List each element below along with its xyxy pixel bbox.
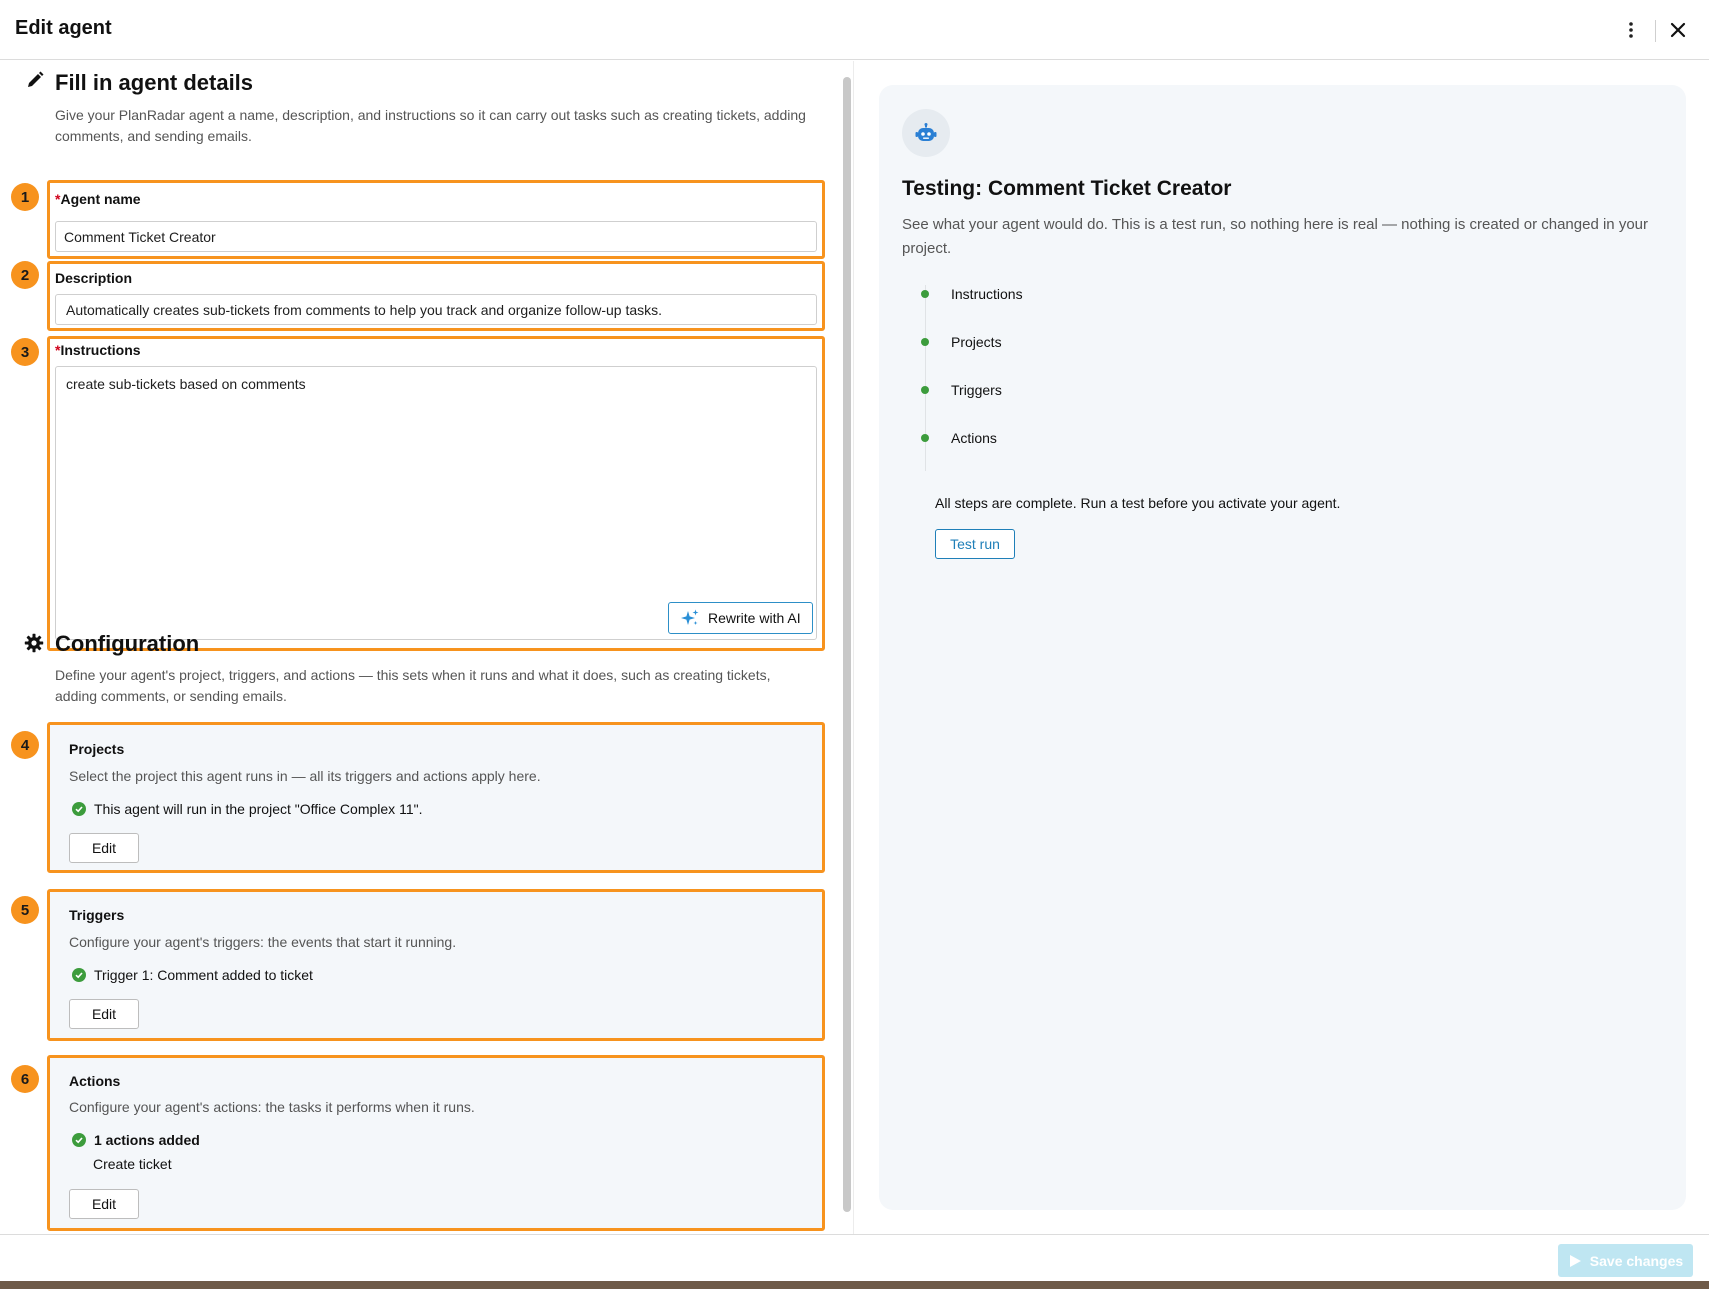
rewrite-with-ai-button[interactable]: Rewrite with AI — [668, 602, 813, 634]
step-triggers: Triggers — [921, 382, 1002, 398]
projects-edit-button[interactable]: Edit — [69, 833, 139, 863]
step-label: Projects — [951, 334, 1002, 350]
description-input[interactable] — [55, 294, 817, 325]
edit-agent-dialog: Edit agent Fill in agent details Give yo… — [0, 0, 1709, 1281]
save-changes-button[interactable]: Save changes — [1558, 1244, 1693, 1277]
robot-icon — [915, 123, 937, 141]
projects-status-text: This agent will run in the project "Offi… — [94, 801, 423, 817]
step-status-dot — [921, 386, 929, 394]
step-label: Triggers — [951, 382, 1002, 398]
dialog-header: Edit agent — [0, 0, 1709, 60]
step-badge-4: 4 — [11, 731, 39, 759]
play-icon — [1569, 1254, 1581, 1267]
instructions-label: *Instructions — [55, 342, 141, 358]
actions-edit-button[interactable]: Edit — [69, 1189, 139, 1219]
configuration-description: Define your agent's project, triggers, a… — [55, 667, 771, 704]
rewrite-with-ai-label: Rewrite with AI — [708, 610, 801, 626]
dialog-title: Edit agent — [15, 17, 112, 39]
step-projects: Projects — [921, 334, 1002, 350]
sparkles-icon — [681, 609, 699, 625]
step-badge-3: 3 — [11, 338, 39, 366]
robot-avatar — [902, 109, 950, 157]
more-options-button[interactable] — [1615, 14, 1647, 46]
save-changes-label: Save changes — [1589, 1252, 1684, 1269]
triggers-status: Trigger 1: Comment added to ticket — [72, 967, 313, 983]
step-instructions: Instructions — [921, 286, 1023, 302]
actions-title: Actions — [69, 1073, 121, 1089]
agent-name-label: *Agent name — [55, 191, 141, 207]
gear-icon — [24, 633, 44, 653]
more-vertical-icon — [1629, 22, 1633, 38]
dialog-footer: Save changes — [0, 1234, 1709, 1281]
configuration-title: Configuration — [55, 631, 200, 656]
triggers-title: Triggers — [69, 907, 125, 923]
check-circle-icon — [72, 1133, 86, 1147]
step-status-dot — [921, 338, 929, 346]
step-badge-6: 6 — [11, 1065, 39, 1093]
header-separator — [1655, 20, 1656, 42]
close-button[interactable] — [1662, 14, 1694, 46]
check-circle-icon — [72, 802, 86, 816]
actions-status: 1 actions added — [72, 1132, 200, 1148]
step-actions: Actions — [921, 430, 997, 446]
actions-detail: Create ticket — [93, 1156, 172, 1172]
testing-title: Testing: Comment Ticket Creator — [902, 177, 1232, 200]
panel-divider — [853, 61, 854, 1234]
step-label: Instructions — [951, 286, 1023, 302]
test-run-button[interactable]: Test run — [935, 529, 1015, 559]
step-status-dot — [921, 434, 929, 442]
step-badge-2: 2 — [11, 261, 39, 289]
agent-name-input[interactable] — [55, 221, 817, 252]
details-description: Give your PlanRadar agent a name, descri… — [55, 107, 806, 144]
check-circle-icon — [72, 968, 86, 982]
actions-status-text: 1 actions added — [94, 1132, 200, 1148]
instructions-textarea[interactable]: create sub-tickets based on comments — [55, 366, 817, 640]
projects-description: Select the project this agent runs in — … — [69, 768, 541, 784]
form-scrollbar[interactable] — [843, 77, 851, 1212]
projects-status: This agent will run in the project "Offi… — [72, 801, 422, 817]
close-icon — [1670, 22, 1686, 38]
actions-description: Configure your agent's actions: the task… — [69, 1099, 475, 1115]
steps-complete-message: All steps are complete. Run a test befor… — [935, 495, 1341, 511]
step-status-dot — [921, 290, 929, 298]
description-label: Description — [55, 270, 133, 286]
triggers-highlight — [47, 889, 825, 1041]
step-badge-5: 5 — [11, 896, 39, 924]
step-badge-1: 1 — [11, 183, 39, 211]
triggers-description: Configure your agent's triggers: the eve… — [69, 934, 457, 950]
projects-title: Projects — [69, 741, 125, 757]
details-title: Fill in agent details — [55, 70, 254, 95]
agent-form-panel: Fill in agent details Give your PlanRada… — [0, 61, 843, 1234]
triggers-edit-button[interactable]: Edit — [69, 999, 139, 1029]
step-label: Actions — [951, 430, 997, 446]
triggers-status-text: Trigger 1: Comment added to ticket — [94, 967, 313, 983]
testing-panel: Testing: Comment Ticket Creator See what… — [879, 85, 1686, 1210]
pencil-icon — [28, 71, 44, 87]
testing-description: See what your agent would do. This is a … — [902, 216, 1648, 257]
projects-highlight — [47, 722, 825, 873]
